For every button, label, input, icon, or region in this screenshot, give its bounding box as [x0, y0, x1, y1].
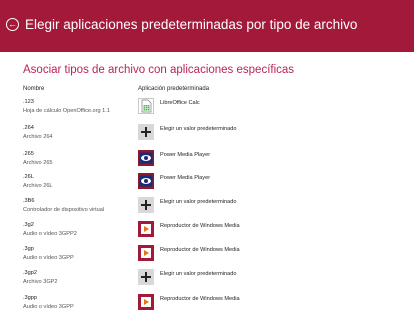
file-description: Hoja de cálculo OpenOffice.org 1.1: [23, 108, 110, 114]
windows-media-player-icon[interactable]: [138, 221, 154, 237]
windows-media-player-icon[interactable]: [138, 294, 154, 310]
default-app-name[interactable]: Reproductor de Windows Media: [160, 296, 240, 302]
file-extension: .3B6: [23, 198, 35, 204]
file-extension: .3gp: [23, 246, 34, 252]
file-description: Archivo 265: [23, 160, 53, 166]
file-extension: .264: [23, 125, 34, 131]
power-media-player-icon[interactable]: [138, 173, 154, 189]
file-type-row: .3gp Audio o vídeo 3GPP Reproductor de W…: [0, 244, 414, 270]
column-header-app: Aplicación predeterminada: [138, 86, 210, 92]
default-app-name[interactable]: Reproductor de Windows Media: [160, 223, 240, 229]
file-extension: .265: [23, 151, 34, 157]
file-type-row: .3gpp Audio o vídeo 3GPP Reproductor de …: [0, 293, 414, 319]
default-app-name[interactable]: Elegir un valor predeterminado: [160, 271, 237, 277]
title-bar: ← Elegir aplicaciones predeterminadas po…: [0, 0, 414, 52]
file-extension: .3gpp: [23, 295, 37, 301]
section-subtitle: Asociar tipos de archivo con aplicacione…: [23, 64, 295, 76]
libreoffice-calc-icon[interactable]: [138, 98, 154, 114]
file-type-row: .3gp2 Archivo 3GP2 Elegir un valor prede…: [0, 268, 414, 294]
file-extension: .26L: [23, 174, 34, 180]
file-description: Archivo 264: [23, 134, 53, 140]
file-type-row: .123 Hoja de cálculo OpenOffice.org 1.1 …: [0, 97, 414, 123]
default-app-name[interactable]: Reproductor de Windows Media: [160, 247, 240, 253]
plus-icon[interactable]: [138, 269, 154, 285]
file-description: Controlador de dispositivo virtual: [23, 207, 105, 213]
default-app-name[interactable]: Power Media Player: [160, 175, 210, 181]
windows-media-player-icon[interactable]: [138, 245, 154, 261]
default-app-name[interactable]: Elegir un valor predeterminado: [160, 199, 237, 205]
default-app-name[interactable]: Elegir un valor predeterminado: [160, 126, 237, 132]
file-type-row: .26L Archivo 26L Power Media Player: [0, 172, 414, 198]
file-extension: .3gp2: [23, 270, 37, 276]
file-extension: .3g2: [23, 222, 34, 228]
file-extension: .123: [23, 99, 34, 105]
plus-icon[interactable]: [138, 197, 154, 213]
default-app-name[interactable]: LibreOffice Calc: [160, 100, 200, 106]
file-description: Audio o vídeo 3GPP: [23, 304, 74, 310]
power-media-player-icon[interactable]: [138, 150, 154, 166]
file-type-row: .3B6 Controlador de dispositivo virtual …: [0, 196, 414, 222]
file-description: Archivo 26L: [23, 183, 53, 189]
page-title: Elegir aplicaciones predeterminadas por …: [25, 17, 358, 32]
file-description: Audio o vídeo 3GPP: [23, 255, 74, 261]
default-app-name[interactable]: Power Media Player: [160, 152, 210, 158]
back-arrow-icon[interactable]: ←: [6, 18, 19, 31]
file-type-row: .264 Archivo 264 Elegir un valor predete…: [0, 123, 414, 149]
column-header-name: Nombre: [23, 86, 45, 92]
file-type-row: .3g2 Audio o vídeo 3GPP2 Reproductor de …: [0, 220, 414, 246]
file-description: Audio o vídeo 3GPP2: [23, 231, 77, 237]
file-description: Archivo 3GP2: [23, 279, 58, 285]
plus-icon[interactable]: [138, 124, 154, 140]
